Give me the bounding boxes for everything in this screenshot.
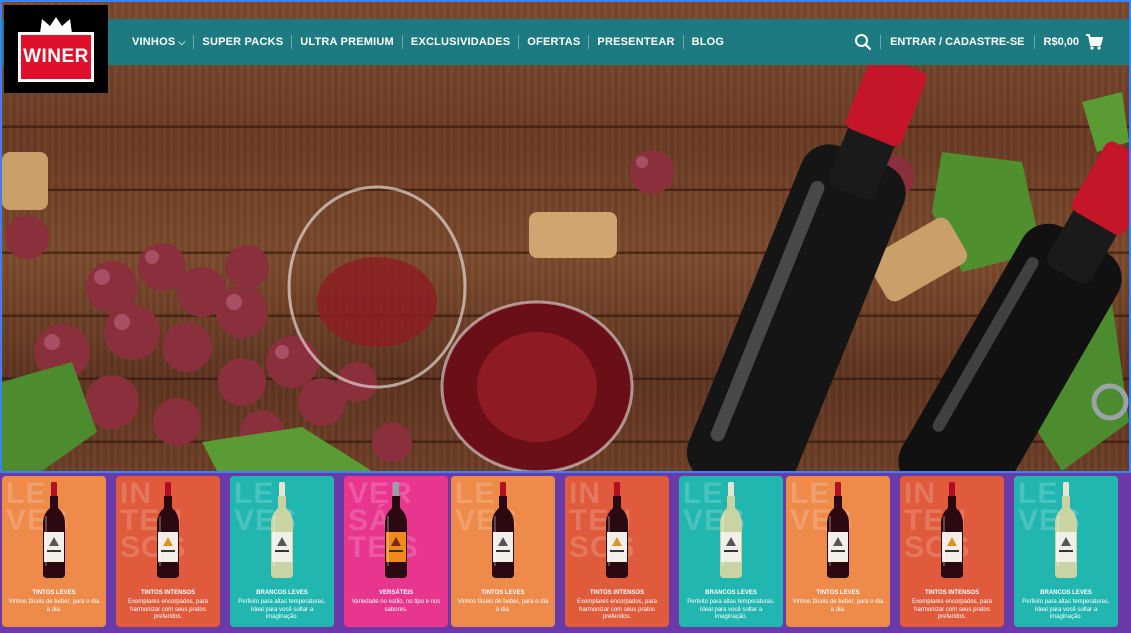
card-title: VERSÁTEIS xyxy=(378,590,413,596)
chevron-down-icon: ⌵ xyxy=(178,36,186,47)
category-card[interactable]: IN TEN SOS TINTOS INTENSOS Exemplares enco… xyxy=(565,476,669,627)
card-description: Exemplares encorpados, para harmonizar c… xyxy=(911,599,993,620)
wine-bottle-icon xyxy=(492,482,514,578)
nav-item-super-packs[interactable]: SUPER PACKS xyxy=(194,36,291,48)
login-link[interactable]: ENTRAR / CADASTRE-SE xyxy=(881,36,1033,48)
category-card[interactable]: LE VES BRANCOS LEVES Perfeito para altas t… xyxy=(230,476,334,627)
wine-bottle-icon xyxy=(1055,482,1077,578)
card-title: TINTOS INTENSOS xyxy=(924,590,980,596)
card-description: Perfeito para altas temperaturas. Ideal … xyxy=(1022,599,1110,620)
nav-item-blog[interactable]: BLOG xyxy=(684,36,733,48)
category-card[interactable]: IN TEN SOS TINTOS INTENSOS Exemplares enco… xyxy=(900,476,1004,627)
card-title: TINTOS LEVES xyxy=(481,590,525,596)
wine-bottle-icon xyxy=(385,482,407,578)
card-title: TINTOS INTENSOS xyxy=(589,590,645,596)
category-card[interactable]: VER SÁ TEIS VERSÁTEIS Variedade no estilo,… xyxy=(344,476,448,627)
nav-item-vinhos[interactable]: VINHOS ⌵ xyxy=(132,36,193,48)
logo-text: WINER xyxy=(23,46,89,67)
card-title: BRANCOS LEVES xyxy=(1040,590,1092,596)
category-cards: LE VES TINTOS LEVES Vinhos fáceis de beber… xyxy=(0,473,1131,633)
nav-item-ofertas[interactable]: OFERTAS xyxy=(519,36,588,48)
card-description: Vinhos fáceis de beber, para o dia a dia… xyxy=(8,599,100,613)
card-title: TINTOS LEVES xyxy=(32,590,76,596)
cart-icon[interactable] xyxy=(1085,34,1103,50)
main-nav: VINHOS ⌵ SUPER PACKS ULTRA PREMIUM EXCLU… xyxy=(2,19,1129,65)
card-title: BRANCOS LEVES xyxy=(705,590,757,596)
card-title: TINTOS INTENSOS xyxy=(140,590,196,596)
wine-bottle-icon xyxy=(941,482,963,578)
card-description: Exemplares encorpados, para harmonizar c… xyxy=(576,599,658,620)
nav-item-exclusividades[interactable]: EXCLUSIVIDADES xyxy=(403,36,518,48)
nav-item-ultra-premium[interactable]: ULTRA PREMIUM xyxy=(292,36,402,48)
wine-bottle-icon xyxy=(43,482,65,578)
wine-bottle-icon xyxy=(827,482,849,578)
hero-wine-illustration xyxy=(2,54,1129,471)
logo[interactable]: WINER xyxy=(4,5,108,93)
wine-bottle-icon xyxy=(157,482,179,578)
category-card[interactable]: LE VES TINTOS LEVES Vinhos fáceis de beber… xyxy=(786,476,890,627)
nav-menu: VINHOS ⌵ SUPER PACKS ULTRA PREMIUM EXCLU… xyxy=(132,19,732,65)
card-description: Vinhos fáceis de beber, para o dia a dia… xyxy=(792,599,884,613)
card-description: Vinhos fáceis de beber, para o dia a dia… xyxy=(457,599,549,613)
cart-total[interactable]: R$0,00 xyxy=(1035,36,1079,48)
search-icon[interactable] xyxy=(854,33,872,51)
logo-badge: WINER xyxy=(18,17,94,82)
wine-bottle-icon xyxy=(720,482,742,578)
category-card[interactable]: LE VES BRANCOS LEVES Perfeito para altas t… xyxy=(1014,476,1118,627)
wine-bottle-icon xyxy=(606,482,628,578)
page: VINHOS ⌵ SUPER PACKS ULTRA PREMIUM EXCLU… xyxy=(0,0,1131,633)
crown-icon xyxy=(40,17,72,33)
category-card[interactable]: LE VES BRANCOS LEVES Perfeito para altas t… xyxy=(679,476,783,627)
card-title: TINTOS LEVES xyxy=(816,590,860,596)
category-card[interactable]: LE VES TINTOS LEVES Vinhos fáceis de beber… xyxy=(451,476,555,627)
nav-actions: ENTRAR / CADASTRE-SE R$0,00 xyxy=(854,19,1103,65)
category-card[interactable]: LE VES TINTOS LEVES Vinhos fáceis de beber… xyxy=(2,476,106,627)
card-title: BRANCOS LEVES xyxy=(256,590,308,596)
nav-item-presentear[interactable]: PRESENTEAR xyxy=(589,36,682,48)
wine-bottle-icon xyxy=(271,482,293,578)
category-card[interactable]: IN TEN SOS TINTOS INTENSOS Exemplares enco… xyxy=(116,476,220,627)
card-description: Perfeito para altas temperaturas. Ideal … xyxy=(687,599,775,620)
nav-item-label: VINHOS xyxy=(132,36,176,48)
card-description: Exemplares encorpados, para harmonizar c… xyxy=(127,599,209,620)
card-description: Perfeito para altas temperaturas. Ideal … xyxy=(238,599,326,620)
hero-banner[interactable]: VINHOS ⌵ SUPER PACKS ULTRA PREMIUM EXCLU… xyxy=(0,0,1131,473)
card-description: Variedade no estilo, no tipo e nos sabor… xyxy=(351,599,441,613)
